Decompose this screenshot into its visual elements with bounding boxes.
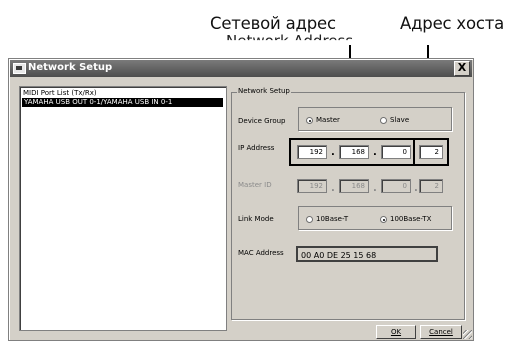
ip-address-label: IP Address xyxy=(238,144,275,152)
10base-t-radio-label[interactable]: 10Base-T xyxy=(316,215,348,223)
network-address-english-callout: Network Address xyxy=(226,32,354,50)
slave-radio-label[interactable]: Slave xyxy=(390,116,409,124)
network-address-callout: Сетевой адрес xyxy=(210,14,336,33)
master-id-separator-dot: . xyxy=(414,183,418,194)
master-id-octet-1-field: 192 xyxy=(297,179,327,193)
mac-address-label: MAC Address xyxy=(238,249,284,257)
cancel-button-label[interactable]: Cancel xyxy=(429,328,453,336)
ip-octet-3-field[interactable]: 0 xyxy=(381,145,411,159)
master-radio[interactable] xyxy=(306,117,313,124)
ip-separator-dot: . xyxy=(373,147,377,158)
title-bar: Network Setup X xyxy=(10,60,472,77)
cancel-button[interactable]: Cancel xyxy=(420,325,462,339)
midi-port-list-header: MIDI Port List (Tx/Rx) xyxy=(23,89,97,97)
midi-port-list[interactable]: MIDI Port List (Tx/Rx) YAMAHA USB OUT 0-… xyxy=(19,86,227,331)
mac-address-field: 00 A0 DE 25 15 68 xyxy=(296,246,438,262)
master-radio-label[interactable]: Master xyxy=(316,116,340,124)
host-address-callout: Адрес хоста xyxy=(400,14,505,33)
link-mode-label: Link Mode xyxy=(238,215,274,223)
master-id-separator-dot: . xyxy=(331,183,335,194)
ok-button-label[interactable]: OK xyxy=(391,328,401,336)
window-title: Network Setup xyxy=(28,62,113,73)
list-item[interactable]: YAMAHA USB OUT 0-1/YAMAHA USB IN 0-1 xyxy=(22,98,223,107)
close-button[interactable]: X xyxy=(454,61,470,76)
ip-octet-1-field[interactable]: 192 xyxy=(297,145,327,159)
slave-radio[interactable] xyxy=(380,117,387,124)
app-icon xyxy=(13,63,26,74)
100base-tx-radio[interactable] xyxy=(380,216,387,223)
network-setup-group-label: Network Setup xyxy=(237,87,291,95)
master-id-label: Master ID xyxy=(238,181,272,189)
ip-octet-2-field[interactable]: 168 xyxy=(339,145,369,159)
resize-grip[interactable] xyxy=(463,330,472,339)
10base-t-radio[interactable] xyxy=(306,216,313,223)
device-group-label: Device Group xyxy=(238,117,286,125)
master-id-octet-2-field: 168 xyxy=(339,179,369,193)
master-id-separator-dot: . xyxy=(373,183,377,194)
ip-separator-dot: . xyxy=(331,147,335,158)
master-id-octet-4-field: 2 xyxy=(419,179,443,193)
master-id-octet-3-field: 0 xyxy=(381,179,411,193)
network-setup-dialog: Network Setup X MIDI Port List (Tx/Rx) Y… xyxy=(8,58,474,341)
ip-octet-4-field[interactable]: 2 xyxy=(419,145,443,159)
ok-button[interactable]: OK xyxy=(376,325,416,339)
100base-tx-radio-label[interactable]: 100Base-TX xyxy=(390,215,431,223)
